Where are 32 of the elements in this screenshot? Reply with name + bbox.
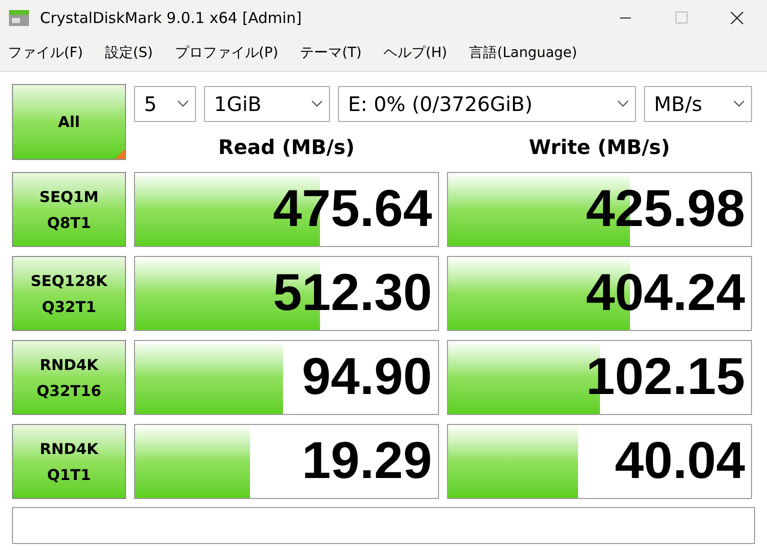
- result-value: 512.30: [272, 265, 432, 321]
- menu-item[interactable]: テーマ(T): [300, 43, 362, 64]
- chevron-down-icon: [311, 100, 323, 108]
- menu-item[interactable]: 設定(S): [104, 43, 153, 64]
- dropdown[interactable]: 1GiB: [204, 86, 330, 122]
- test-button[interactable]: RND4K Q1T1: [12, 424, 126, 499]
- result-value: 102.15: [586, 349, 745, 405]
- corner-icon: [115, 149, 125, 159]
- menu-item[interactable]: ヘルプ(H): [384, 43, 448, 64]
- menu-item[interactable]: プロファイル(P): [174, 43, 278, 64]
- result-value: 475.64: [272, 181, 432, 237]
- all-button[interactable]: All: [12, 84, 126, 160]
- result-value: 425.98: [586, 181, 745, 237]
- menu-item[interactable]: ファイル(F): [8, 43, 83, 64]
- dropdown[interactable]: MB/s: [644, 86, 752, 122]
- window-title: CrystalDiskMark 9.0.1 x64 [Admin]: [40, 8, 302, 29]
- result-value: 404.24: [586, 265, 745, 321]
- dropdown[interactable]: 5: [134, 86, 196, 122]
- result-value: 40.04: [614, 433, 745, 489]
- column-header: Write (MB/s): [528, 134, 670, 161]
- chevron-down-icon: [617, 100, 629, 108]
- chevron-down-icon: [733, 100, 745, 108]
- test-button[interactable]: SEQ128K Q32T1: [12, 256, 126, 331]
- test-button[interactable]: RND4K Q32T16: [12, 340, 126, 415]
- column-header: Read (MB/s): [218, 134, 355, 161]
- result-value: 94.90: [302, 349, 432, 405]
- menu-item[interactable]: 言語(Language): [469, 43, 578, 64]
- dropdown[interactable]: E: 0% (0/3726GiB): [338, 86, 636, 122]
- chevron-down-icon: [177, 100, 189, 108]
- app-icon: [8, 9, 30, 27]
- result-value: 19.29: [302, 433, 432, 489]
- test-button[interactable]: SEQ1M Q8T1: [12, 172, 126, 247]
